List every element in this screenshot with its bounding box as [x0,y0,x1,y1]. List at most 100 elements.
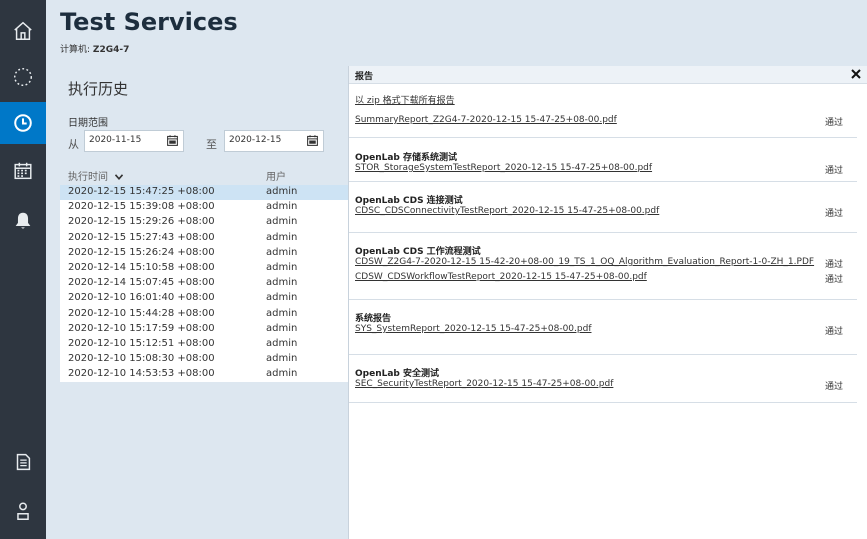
report-file-link[interactable]: CDSW_CDSWorkflowTestReport_2020-12-15 15… [355,272,647,282]
row-user: admin [266,231,298,243]
document-icon [16,453,31,471]
table-row[interactable]: 2020-12-10 14:53:53 +08:00 admin [60,367,348,383]
from-label: 从 [68,138,79,151]
row-time: 2020-12-15 15:27:43 +08:00 [68,231,215,243]
row-user: admin [266,353,298,365]
report-section: 系统报告 SYS_SystemReport_2020-12-15 15-47-25… [349,300,857,355]
sidebar-item-notifications[interactable] [0,200,46,242]
sidebar [0,0,46,539]
report-section: OpenLab CDS 连接测试 CDSC_CDSConnectivityTest… [349,182,857,233]
status-badge: 通过 [825,209,844,219]
page-title: Test Services [60,8,238,36]
sidebar-item-user[interactable] [0,490,46,532]
history-clock-icon [14,114,32,132]
computer-info: 计算机: Z2G4-7 [60,42,129,55]
row-time: 2020-12-10 14:53:53 +08:00 [68,368,215,380]
row-user: admin [266,292,298,304]
row-time: 2020-12-14 15:10:58 +08:00 [68,261,215,273]
col-time-label: 执行时间 [68,172,108,183]
report-file-link[interactable]: CDSC_CDSConnectivityTestReport_2020-12-1… [355,206,659,216]
status-badge: 通过 [825,327,844,337]
sort-by-time-header[interactable]: 执行时间 [68,168,124,183]
calendar-icon[interactable] [306,134,319,147]
close-icon[interactable] [850,68,862,80]
sidebar-item-home[interactable] [0,10,46,52]
row-user: admin [266,337,298,349]
table-row[interactable]: 2020-12-15 15:29:26 +08:00 admin [60,215,348,231]
calendar-icon [14,162,32,180]
row-user: admin [266,307,298,319]
row-user: admin [266,277,298,289]
row-time: 2020-12-15 15:26:24 +08:00 [68,246,215,258]
report-section: OpenLab 安全测试 SEC_SecurityTestReport_2020-… [349,355,857,403]
report-panel: 报告 以 zip 格式下载所有报告 SummaryReport_Z2G4-7-2… [348,66,867,539]
sidebar-item-history[interactable] [0,102,46,144]
row-user: admin [266,368,298,380]
row-user: admin [266,186,298,197]
row-user: admin [266,216,298,228]
history-table-header: 执行时间 用户 [60,166,348,184]
to-label: 至 [206,138,217,151]
user-icon [17,502,29,520]
table-row[interactable]: 2020-12-10 15:12:51 +08:00 admin [60,336,348,353]
row-user: admin [266,201,298,213]
status-badge: 通过 [825,382,844,392]
row-time: 2020-12-14 15:07:45 +08:00 [68,277,215,289]
history-list: 2020-12-15 15:47:25 +08:00 admin 2020-12-1… [60,185,348,383]
report-file-link[interactable]: SEC_SecurityTestReport_2020-12-15 15-47-… [355,379,613,389]
col-user-label: 用户 [266,172,286,183]
section-title: OpenLab 存储系统测试 [355,153,457,163]
report-file-link[interactable]: SYS_SystemReport_2020-12-15 15-47-25+08-… [355,324,591,334]
report-file-link[interactable]: CDSW_Z2G4-7-2020-12-15 15-42-20+08-00_19… [355,257,814,267]
status-badge: 通过 [825,260,844,270]
table-row[interactable]: 2020-12-15 15:47:25 +08:00 admin [60,185,348,201]
table-row[interactable]: 2020-12-14 15:10:58 +08:00 admin [60,260,348,277]
history-panel: 执行历史 日期范围 从 2020-11-15 至 2020-12-15 执行时间… [46,66,348,539]
sidebar-item-schedule[interactable] [0,150,46,192]
sidebar-item-status[interactable] [0,56,46,98]
row-time: 2020-12-10 15:12:51 +08:00 [68,337,215,349]
report-section: OpenLab CDS 工作流程测试 CDSW_Z2G4-7-2020-12-15… [349,233,857,300]
computer-name: Z2G4-7 [92,45,130,55]
report-file-link[interactable]: STOR_StorageSystemTestReport_2020-12-15 … [355,163,652,173]
report-header: 报告 [349,66,867,84]
section-title: OpenLab CDS 工作流程测试 [355,247,481,257]
row-time: 2020-12-15 15:47:25 +08:00 [68,186,215,197]
status-badge: 通过 [825,118,844,128]
page-header: Test Services 计算机: Z2G4-7 [46,0,867,66]
computer-label: 计算机: [60,45,91,55]
table-row[interactable]: 2020-12-10 15:17:59 +08:00 admin [60,321,348,337]
summary-section: SummaryReport_Z2G4-7-2020-12-15 15-47-25… [349,106,857,138]
bell-icon [15,212,31,229]
sidebar-item-reports[interactable] [0,441,46,483]
row-user: admin [266,322,298,334]
download-zip-link[interactable]: 以 zip 格式下载所有报告 [355,93,455,106]
row-time: 2020-12-10 15:44:28 +08:00 [68,307,215,319]
table-row[interactable]: 2020-12-10 15:44:28 +08:00 admin [60,306,348,322]
from-date-input[interactable]: 2020-11-15 [84,130,184,152]
from-date-value: 2020-11-15 [89,135,142,145]
section-title: OpenLab 安全测试 [355,369,439,379]
to-date-input[interactable]: 2020-12-15 [224,130,324,152]
row-user: admin [266,261,298,273]
row-time: 2020-12-10 15:08:30 +08:00 [68,353,215,365]
row-time: 2020-12-10 15:17:59 +08:00 [68,322,215,334]
table-row[interactable]: 2020-12-10 16:01:40 +08:00 admin [60,291,348,307]
report-title: 报告 [355,72,374,82]
status-badge: 通过 [825,275,844,285]
row-user: admin [266,246,298,258]
section-title: 系统报告 [355,314,392,324]
history-title: 执行历史 [68,80,129,98]
loading-icon [14,68,32,86]
to-date-value: 2020-12-15 [229,135,282,145]
row-time: 2020-12-15 15:29:26 +08:00 [68,216,215,228]
table-row[interactable]: 2020-12-14 15:07:45 +08:00 admin [60,276,348,292]
table-row[interactable]: 2020-12-10 15:08:30 +08:00 admin [60,352,348,368]
date-range-label: 日期范围 [68,118,108,129]
table-row[interactable]: 2020-12-15 15:39:08 +08:00 admin [60,200,348,216]
table-row[interactable]: 2020-12-15 15:26:24 +08:00 admin [60,245,348,261]
table-row[interactable]: 2020-12-15 15:27:43 +08:00 admin [60,230,348,246]
summary-report-link[interactable]: SummaryReport_Z2G4-7-2020-12-15 15-47-25… [355,115,617,125]
calendar-icon[interactable] [166,134,179,147]
row-time: 2020-12-10 16:01:40 +08:00 [68,292,215,304]
